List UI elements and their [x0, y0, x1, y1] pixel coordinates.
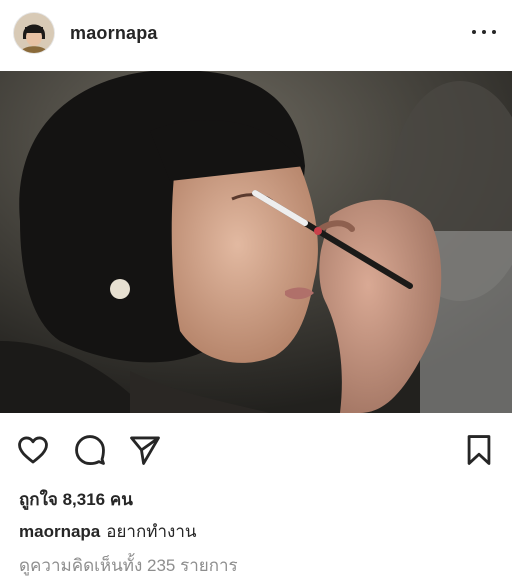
caption-text: อยากทำงาน [106, 522, 197, 541]
photo-image [0, 71, 512, 413]
post-username[interactable]: maornapa [70, 23, 158, 44]
avatar-image [14, 13, 54, 53]
comment-button[interactable] [73, 433, 107, 467]
post-photo[interactable] [0, 71, 512, 413]
share-button[interactable] [128, 433, 162, 467]
bookmark-icon [467, 435, 491, 465]
post-actions [0, 413, 512, 483]
comment-bubble-icon [75, 435, 105, 466]
view-all-comments-link[interactable]: ดูความคิดเห็นทั้ง 235 รายการ [19, 552, 238, 579]
heart-icon [18, 436, 48, 464]
more-dot [492, 30, 496, 34]
more-dot [482, 30, 486, 34]
caption-username[interactable]: maornapa [19, 522, 100, 541]
like-button[interactable] [16, 433, 50, 467]
likes-count[interactable]: ถูกใจ 8,316 คน [19, 486, 133, 513]
post-header: maornapa [0, 0, 512, 70]
save-button[interactable] [462, 433, 496, 467]
paper-plane-icon [130, 436, 160, 465]
more-horizontal-icon [472, 30, 476, 34]
avatar[interactable] [14, 13, 54, 53]
more-options-button[interactable] [472, 20, 496, 44]
caption: maornapa อยากทำงาน [19, 518, 196, 545]
